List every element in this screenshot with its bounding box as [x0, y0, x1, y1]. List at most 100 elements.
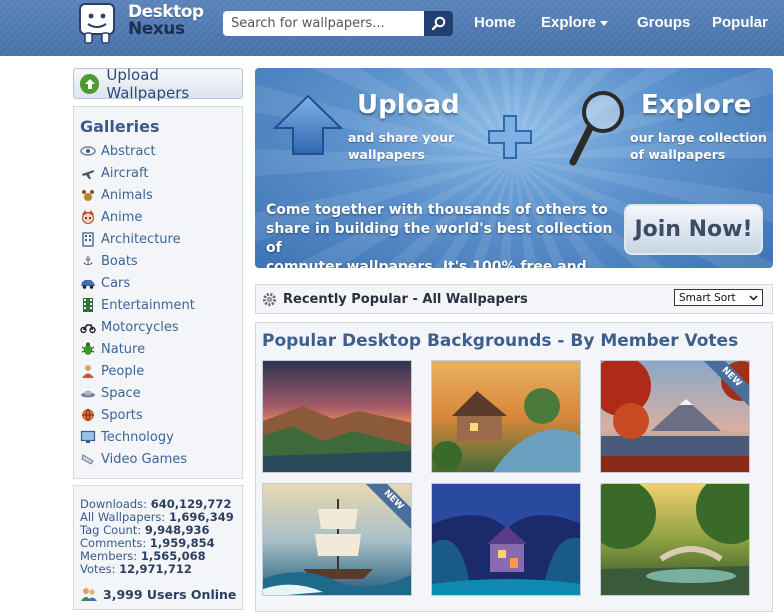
- gallery-item-technology[interactable]: Technology: [80, 427, 174, 447]
- gallery-label: Abstract: [101, 143, 156, 159]
- eye-icon: [80, 143, 96, 159]
- ball-icon: [80, 407, 96, 423]
- motorcycle-icon: [80, 319, 96, 335]
- gallery-item-sports[interactable]: Sports: [80, 405, 143, 425]
- stat-all-wallpapers: All Wallpapers: 1,696,349: [80, 510, 234, 524]
- wallpaper-thumbnail[interactable]: [600, 483, 750, 596]
- bug-icon: [80, 341, 96, 357]
- paw-icon: [80, 187, 96, 203]
- gallery-item-motorcycles[interactable]: Motorcycles: [80, 317, 179, 337]
- search-input[interactable]: [223, 11, 424, 36]
- site-logo[interactable]: Desktop Nexus: [72, 0, 212, 46]
- users-online[interactable]: 3,999 Users Online: [80, 586, 236, 602]
- wallpaper-thumbnail[interactable]: [431, 483, 581, 596]
- gallery-item-cars[interactable]: Cars: [80, 273, 130, 293]
- stat-votes: Votes: 12,971,712: [80, 562, 192, 576]
- garden-bridge-image: [601, 484, 749, 595]
- join-now-button[interactable]: Join Now!: [624, 204, 763, 255]
- nav-groups[interactable]: Groups: [637, 14, 690, 31]
- cottage-stream-image: [432, 361, 580, 472]
- gallery-label: Boats: [101, 253, 138, 269]
- gallery-label: Nature: [101, 341, 146, 357]
- banner-upload-sub-1: and share your: [348, 130, 455, 145]
- gallery-item-architecture[interactable]: Architecture: [80, 229, 181, 249]
- banner-upload-title: Upload: [357, 90, 460, 120]
- nav-home[interactable]: Home: [474, 14, 516, 31]
- sort-select[interactable]: Smart Sort: [674, 289, 763, 306]
- controller-icon: [80, 451, 96, 467]
- car-icon: [80, 275, 96, 291]
- gallery-label: Anime: [101, 209, 143, 225]
- gallery-label: Space: [101, 385, 141, 401]
- gallery-item-animals[interactable]: Animals: [80, 185, 153, 205]
- wallpaper-thumbnail[interactable]: NEW: [262, 483, 412, 596]
- gallery-item-video-games[interactable]: Video Games: [80, 449, 187, 469]
- gallery-label: People: [101, 363, 145, 379]
- gallery-label: Cars: [101, 275, 131, 291]
- wallpaper-thumbnail[interactable]: [431, 360, 581, 473]
- nav-popular[interactable]: Popular: [712, 14, 768, 31]
- users-online-label: 3,999 Users Online: [103, 586, 237, 602]
- stat-value: 1,696,349: [168, 510, 234, 524]
- site-stats-panel: Downloads: 640,129,772 All Wallpapers: 1…: [73, 485, 243, 610]
- banner-body-line-3: computer wallpapers. It's 100% free and …: [266, 259, 587, 268]
- gallery-item-anime[interactable]: Anime: [80, 207, 142, 227]
- search-button[interactable]: [424, 11, 453, 36]
- banner-explore-title: Explore: [641, 90, 752, 120]
- upload-arrow-icon: [273, 94, 343, 155]
- popular-backgrounds-title: Popular Desktop Backgrounds - By Member …: [262, 331, 739, 351]
- banner-body-text: Come together with thousands of others t…: [266, 201, 616, 268]
- gallery-label: Motorcycles: [101, 319, 179, 335]
- anime-face-icon: [80, 209, 96, 225]
- gallery-item-space[interactable]: Space: [80, 383, 141, 403]
- popular-backgrounds-panel: Popular Desktop Backgrounds - By Member …: [255, 322, 773, 612]
- wallpaper-thumbnail[interactable]: NEW: [600, 360, 750, 473]
- stat-label: Tag Count:: [80, 523, 142, 537]
- upload-wallpapers-button[interactable]: Upload Wallpapers: [73, 65, 243, 102]
- stat-value: 12,971,712: [119, 562, 192, 576]
- plus-icon: [488, 115, 532, 159]
- stat-value: 1,565,068: [140, 549, 206, 563]
- chevron-down-icon: [749, 294, 758, 301]
- gallery-label: Video Games: [101, 451, 188, 467]
- galleries-panel: Galleries Abstract Aircraft Animals Anim…: [73, 106, 243, 479]
- recently-popular-title: Recently Popular - All Wallpapers: [283, 292, 528, 307]
- gallery-label: Technology: [101, 429, 174, 445]
- banner-upload-sub-2: wallpapers: [348, 147, 425, 162]
- fantasy-treehouse-image: [432, 484, 580, 595]
- search-icon: [431, 16, 446, 31]
- anchor-icon: ⚓: [82, 254, 94, 268]
- banner-explore-sub-2: of wallpapers: [630, 147, 726, 162]
- stat-downloads: Downloads: 640,129,772: [80, 497, 231, 511]
- logo-line-2: Nexus: [128, 19, 185, 39]
- gear-icon: [262, 292, 277, 307]
- monitor-icon: [80, 429, 96, 445]
- join-banner: Upload and share your wallpapers Explore…: [255, 68, 773, 268]
- coastal-sunset-image: [263, 361, 411, 472]
- banner-explore-sub-1: our large collection: [630, 130, 767, 145]
- airplane-icon: [80, 165, 96, 181]
- gallery-label: Animals: [101, 187, 153, 203]
- film-icon: [80, 297, 96, 313]
- recently-popular-bar: Recently Popular - All Wallpapers Smart …: [255, 284, 773, 314]
- galleries-title: Galleries: [80, 117, 160, 136]
- banner-body-line-1: Come together with thousands of others t…: [266, 202, 608, 218]
- gallery-item-boats[interactable]: ⚓ Boats: [80, 251, 138, 271]
- stat-value: 9,948,936: [144, 523, 210, 537]
- gallery-item-entertainment[interactable]: Entertainment: [80, 295, 195, 315]
- ufo-icon: [80, 385, 96, 401]
- wallpaper-thumbnail[interactable]: [262, 360, 412, 473]
- nav-explore[interactable]: Explore: [541, 14, 609, 31]
- gallery-item-people[interactable]: People: [80, 361, 144, 381]
- gallery-label: Aircraft: [101, 165, 149, 181]
- stat-tag-count: Tag Count: 9,948,936: [80, 523, 210, 537]
- gallery-label: Entertainment: [101, 297, 195, 313]
- logo-wordmark: Desktop Nexus: [128, 4, 204, 38]
- gallery-item-abstract[interactable]: Abstract: [80, 141, 156, 161]
- gallery-item-aircraft[interactable]: Aircraft: [80, 163, 148, 183]
- stat-label: Comments:: [80, 536, 147, 550]
- upload-wallpapers-label: Upload Wallpapers: [106, 65, 190, 102]
- stat-value: 640,129,772: [150, 497, 232, 511]
- gallery-item-nature[interactable]: Nature: [80, 339, 145, 359]
- building-icon: [80, 231, 96, 247]
